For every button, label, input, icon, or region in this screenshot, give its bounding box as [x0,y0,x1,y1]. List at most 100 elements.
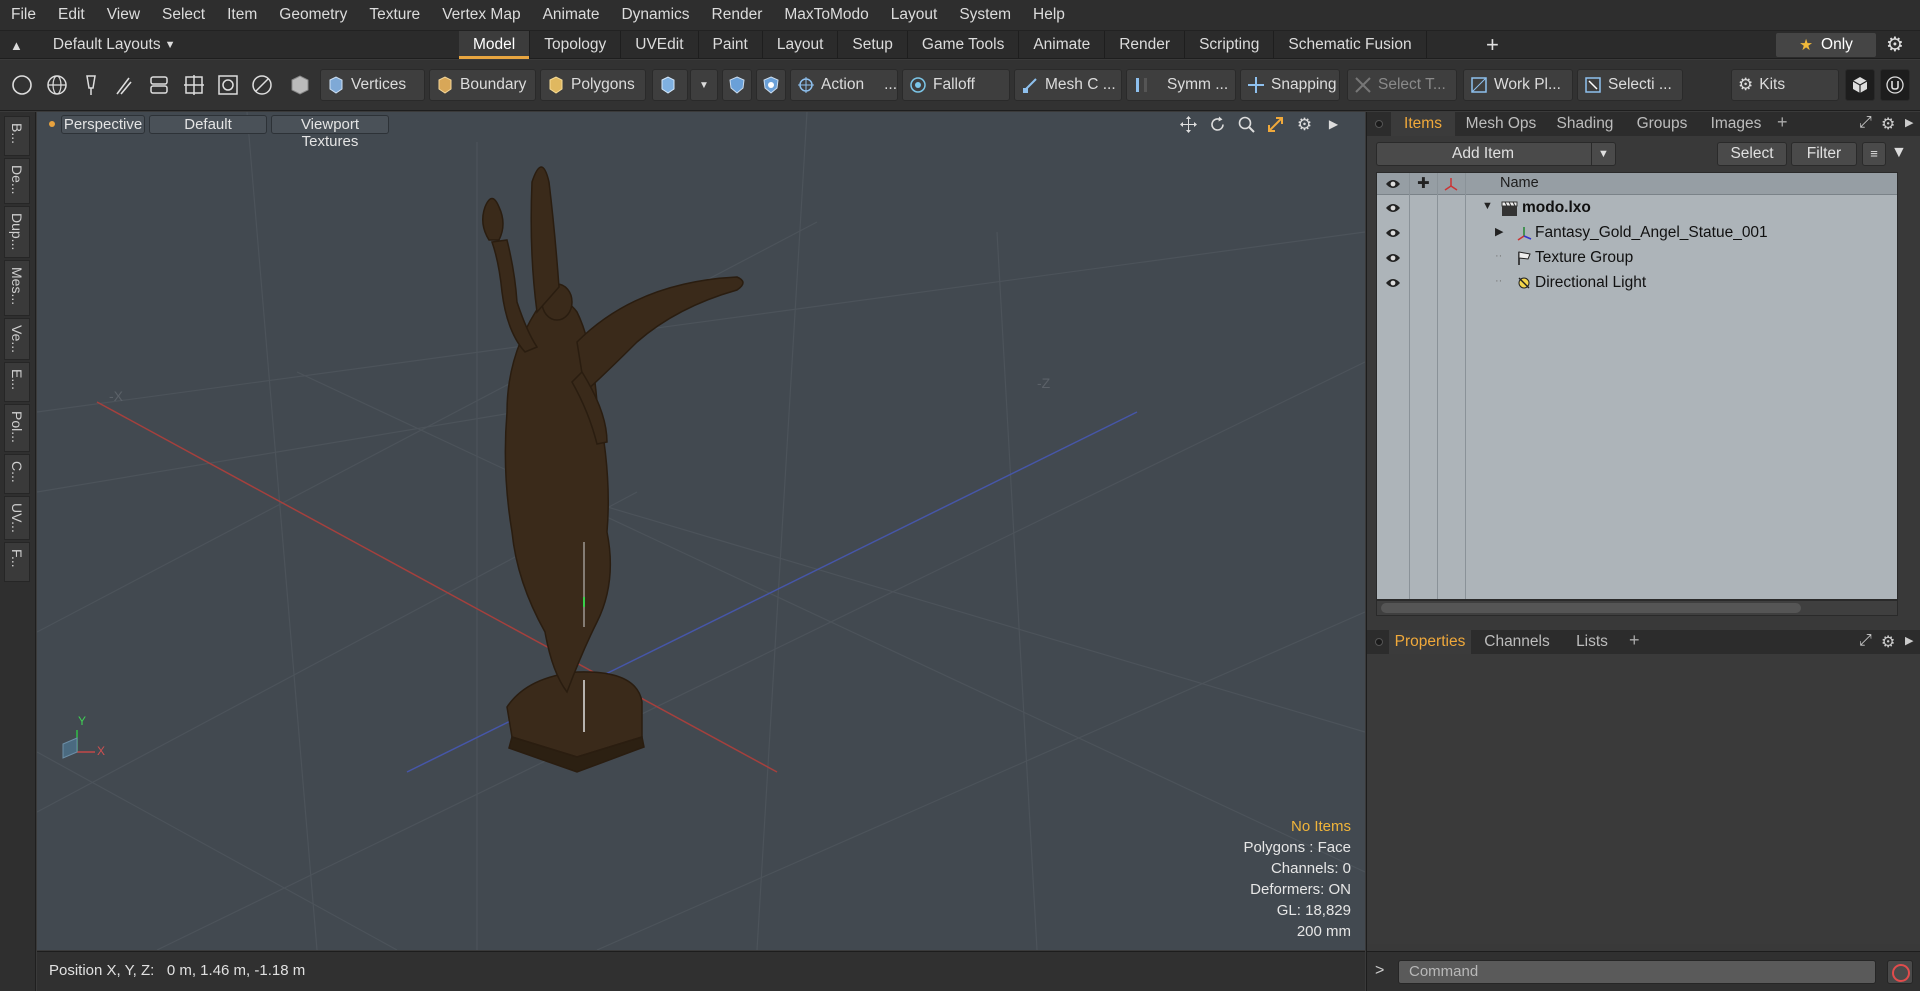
symmetry-button[interactable]: Symm ... [1126,69,1236,101]
record-macro-button[interactable] [1887,960,1913,984]
item-list-scrollbar[interactable] [1376,600,1898,616]
menu-file[interactable]: File [0,0,47,30]
left-tab-curve[interactable]: C... [4,454,30,494]
tab-layout[interactable]: Layout [763,31,839,59]
shield-a-button[interactable] [722,69,752,101]
globe-icon[interactable] [44,72,70,98]
expand-properties-icon[interactable]: ⤢ [1859,632,1872,650]
pan-icon[interactable] [1179,115,1198,134]
properties-menu-dot[interactable] [1375,638,1383,646]
menu-item[interactable]: Item [216,0,268,30]
add-item-button[interactable]: Add Item ▼ [1376,142,1616,166]
viewport-scene[interactable] [37,112,1365,950]
menu-view[interactable]: View [96,0,151,30]
select-through-button[interactable]: Select T... [1347,69,1457,101]
add-properties-tab-icon[interactable]: + [1629,630,1640,651]
scrollbar-thumb[interactable] [1381,603,1801,613]
material-mode-button[interactable] [652,69,688,101]
tab-game-tools[interactable]: Game Tools [908,31,1020,59]
tab-render[interactable]: Render [1105,31,1186,59]
left-tab-fusion[interactable]: F... [4,542,30,582]
circle-select-icon[interactable] [9,72,35,98]
expand-triangle-icon[interactable]: ▼ [1482,200,1493,212]
tab-schematic-fusion[interactable]: Schematic Fusion [1274,31,1427,59]
menu-system[interactable]: System [948,0,1022,30]
grid-select-icon[interactable] [181,72,207,98]
tab-mesh-ops[interactable]: Mesh Ops [1459,112,1543,136]
gear-icon[interactable]: ⚙ [1886,32,1904,57]
tab-channels[interactable]: Channels [1477,630,1557,654]
menu-render[interactable]: Render [701,0,774,30]
action-center-button[interactable]: Action ... [790,69,898,101]
visibility-eye-icon[interactable] [1385,202,1401,214]
menu-animate[interactable]: Animate [532,0,611,30]
menu-maxtomodo[interactable]: MaxToModo [773,0,879,30]
left-tab-mesh-edit[interactable]: Mes... [4,260,30,316]
view-type-dropdown[interactable]: Perspective [61,115,145,134]
tab-groups[interactable]: Groups [1627,112,1697,136]
menu-select[interactable]: Select [151,0,216,30]
visibility-eye-icon[interactable] [1385,252,1401,264]
unity-button[interactable] [1845,69,1875,101]
maximize-icon[interactable] [1266,115,1285,134]
snapping-button[interactable]: Snapping [1240,69,1340,101]
vertices-button[interactable]: Vertices [320,69,425,101]
tab-lists[interactable]: Lists [1563,630,1621,654]
menu-help[interactable]: Help [1022,0,1076,30]
lasso-icon[interactable] [249,72,275,98]
left-tab-vertex[interactable]: Ve... [4,318,30,360]
left-tab-duplicate[interactable]: Dup... [4,206,30,258]
shading-dropdown[interactable]: Default [149,115,267,134]
unreal-button[interactable] [1880,69,1910,101]
viewport-gear-icon[interactable]: ⚙ [1295,115,1314,134]
frame-select-icon[interactable] [215,72,241,98]
properties-arrow-icon[interactable]: ▶ [1905,634,1913,647]
left-tab-edge[interactable]: E... [4,362,30,402]
list-item-texture-group[interactable]: ·· Texture Group [1377,246,1897,271]
shield-b-button[interactable] [756,69,786,101]
left-tab-deform[interactable]: De... [4,158,30,204]
selection-sets-button[interactable]: Selecti ... [1577,69,1683,101]
add-panel-tab-icon[interactable]: + [1777,112,1788,133]
kits-button[interactable]: ⚙ Kits [1731,69,1839,101]
tab-setup[interactable]: Setup [838,31,908,59]
tab-shading[interactable]: Shading [1547,112,1623,136]
viewport-menu-dot[interactable] [49,121,55,127]
viewport-arrow-right-icon[interactable]: ▶ [1324,115,1343,134]
menu-geometry[interactable]: Geometry [268,0,358,30]
tab-properties[interactable]: Properties [1389,630,1471,654]
add-tab-plus-icon[interactable]: + [1486,31,1499,59]
only-toggle-button[interactable]: ★ Only [1776,33,1876,57]
polygons-button[interactable]: Polygons [540,69,646,101]
mode-dropdown-button[interactable]: ▼ [690,69,718,101]
brush-select-icon[interactable] [111,72,137,98]
menu-vertex-map[interactable]: Vertex Map [431,0,531,30]
panel-menu-dot[interactable] [1375,120,1383,128]
expand-panel-icon[interactable]: ⤢ [1859,114,1872,132]
item-list-tree[interactable]: ✚ Name ▼ modo.lxo ▶ Fantasy_Gold_Angel_S… [1376,172,1898,600]
left-tab-basic[interactable]: B... [4,116,30,156]
left-tab-polygon[interactable]: Pol... [4,404,30,452]
menu-layout[interactable]: Layout [880,0,949,30]
list-item-directional-light[interactable]: ·· Directional Light [1377,271,1897,296]
work-plane-button[interactable]: Work Pl... [1463,69,1573,101]
layouts-dropdown[interactable]: ▲ Default Layouts ▼ [10,31,175,59]
menu-edit[interactable]: Edit [47,0,96,30]
list-options-icon[interactable]: ≡ [1862,142,1886,166]
zoom-icon[interactable] [1237,115,1256,134]
command-input[interactable]: Command [1398,960,1876,984]
expand-triangle-right-icon[interactable]: ▶ [1495,225,1503,238]
visibility-eye-icon[interactable] [1385,277,1401,289]
viewport-textures-dropdown[interactable]: Viewport Textures [271,115,389,150]
tab-items[interactable]: Items [1391,112,1455,136]
boundary-button[interactable]: Boundary [429,69,536,101]
panel-gear-icon[interactable]: ⚙ [1881,114,1895,134]
loop-select-icon[interactable] [146,72,172,98]
tab-uvedit[interactable]: UVEdit [621,31,699,59]
select-button[interactable]: Select [1717,142,1787,166]
tab-scripting[interactable]: Scripting [1185,31,1275,59]
tab-model[interactable]: Model [459,31,531,59]
visibility-eye-icon[interactable] [1385,227,1401,239]
filter-button[interactable]: Filter [1791,142,1857,166]
falloff-button[interactable]: Falloff [902,69,1010,101]
